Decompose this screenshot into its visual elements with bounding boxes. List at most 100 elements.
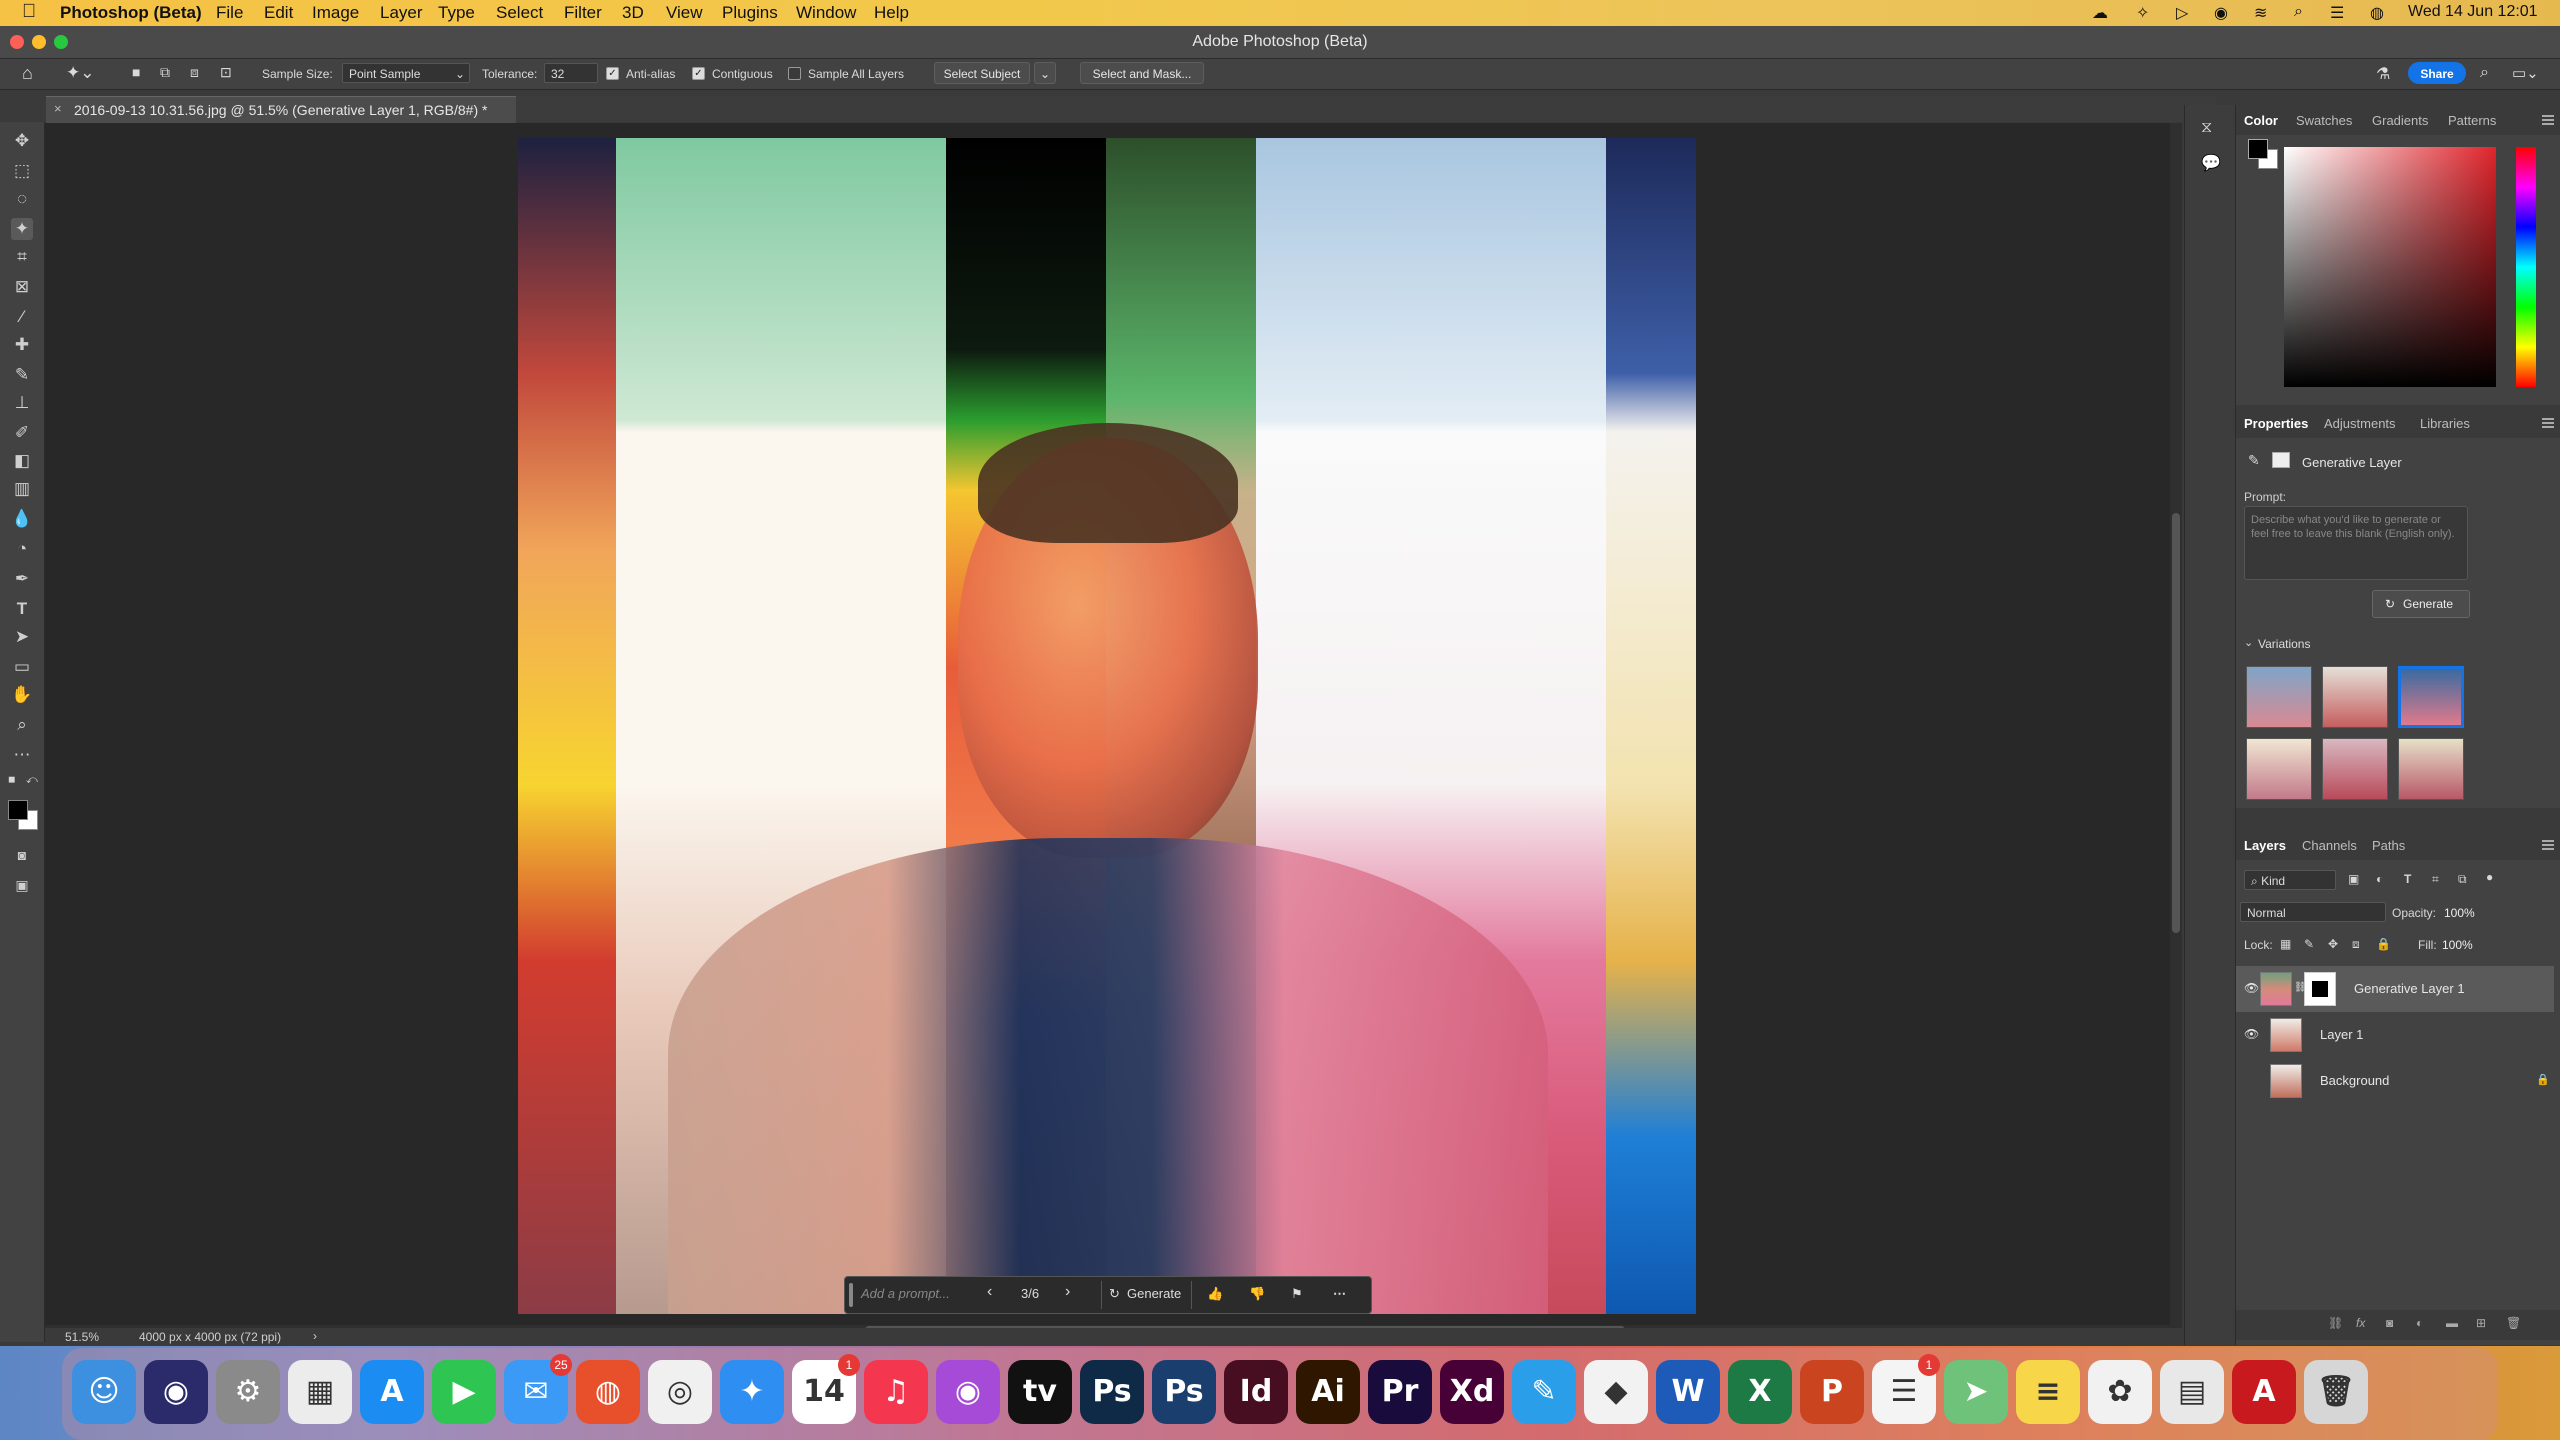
layer-style-icon[interactable]: fx <box>2356 1316 2365 1330</box>
select-and-mask-button[interactable]: Select and Mask... <box>1080 62 1204 84</box>
acrobat-icon[interactable]: A <box>2232 1360 2296 1424</box>
tab-properties[interactable]: Properties <box>2244 416 2308 431</box>
premiere-icon[interactable]: Pr <box>1368 1360 1432 1424</box>
adjustment-layer-icon[interactable]: ◐ <box>2416 1316 2423 1330</box>
generate-button[interactable]: Generate <box>1127 1286 1181 1301</box>
menu-3d[interactable]: 3D <box>622 3 644 23</box>
pencil-icon[interactable]: ✎ <box>1512 1360 1576 1424</box>
subtract-selection-icon[interactable]: ⧈ <box>190 64 199 81</box>
variation-thumbnail-3[interactable] <box>2398 666 2464 728</box>
trash-icon[interactable]: 🗑 <box>2304 1360 2368 1424</box>
xd-icon[interactable]: Xd <box>1440 1360 1504 1424</box>
crop-tool-icon[interactable]: ⌗ <box>11 246 33 268</box>
screen-mode-icon[interactable]: ▣ <box>11 874 33 896</box>
eraser-tool-icon[interactable]: ◧ <box>11 450 33 472</box>
tab-gradients[interactable]: Gradients <box>2372 113 2428 128</box>
photoshop-beta-icon[interactable]: Ps <box>1152 1360 1216 1424</box>
panel-menu-icon[interactable] <box>2542 115 2554 125</box>
sample-size-select[interactable]: Point Sample ⌄ <box>342 63 470 83</box>
lock-transparent-icon[interactable]: ▦ <box>2280 937 2291 951</box>
healing-brush-tool-icon[interactable]: ✚ <box>11 334 33 356</box>
document-image[interactable] <box>518 138 1696 1314</box>
report-flag-icon[interactable]: ⚑ <box>1291 1286 1303 1302</box>
hand-tool-icon[interactable]: ✋ <box>11 684 33 706</box>
tab-patterns[interactable]: Patterns <box>2448 113 2496 128</box>
history-brush-tool-icon[interactable]: ✐ <box>11 422 33 444</box>
menu-type[interactable]: Type <box>438 3 475 23</box>
notes-icon[interactable]: ≡ <box>2016 1360 2080 1424</box>
add-mask-icon[interactable]: ◙ <box>2386 1316 2393 1330</box>
excel-icon[interactable]: X <box>1728 1360 1792 1424</box>
brush-tool-icon[interactable]: ✎ <box>11 364 33 386</box>
layer-row-layer-1[interactable]: 👁 Layer 1 <box>2236 1012 2554 1058</box>
type-tool-icon[interactable]: T <box>11 598 33 620</box>
stamp-tool-icon[interactable]: ⊥ <box>11 392 33 414</box>
appletv-icon[interactable]: tv <box>1008 1360 1072 1424</box>
menu-plugins[interactable]: Plugins <box>722 3 778 23</box>
menu-layer[interactable]: Layer <box>380 3 423 23</box>
more-tools-icon[interactable]: ⋯ <box>11 744 33 766</box>
photoshop-icon[interactable]: Ps <box>1080 1360 1144 1424</box>
dodge-tool-icon[interactable]: ◔ <box>11 538 33 560</box>
menu-help[interactable]: Help <box>874 3 909 23</box>
menu-file[interactable]: File <box>216 3 243 23</box>
menu-image[interactable]: Image <box>312 3 359 23</box>
swap-colors-icon[interactable]: ⤺ <box>26 774 38 786</box>
music-icon[interactable]: ♫ <box>864 1360 928 1424</box>
history-panel-icon[interactable]: ⧖ <box>2201 119 2212 137</box>
wifi-icon[interactable]: ≋ <box>2254 3 2267 23</box>
menu-select[interactable]: Select <box>496 3 543 23</box>
sample-all-layers-checkbox[interactable] <box>788 67 801 80</box>
anti-alias-checkbox[interactable]: ✓ <box>606 67 619 80</box>
rectangle-tool-icon[interactable]: ▭ <box>11 656 33 678</box>
siri-status-icon[interactable]: ◍ <box>2370 3 2384 23</box>
hidden-visibility-toggle[interactable] <box>2244 1073 2256 1085</box>
home-icon[interactable]: ⌂ <box>22 63 33 84</box>
filter-toggle-icon[interactable]: ● <box>2486 870 2493 884</box>
preview-icon[interactable]: ▤ <box>2160 1360 2224 1424</box>
layer-filter-kind-select[interactable]: ⌕ Kind <box>2244 870 2336 890</box>
thumbs-down-icon[interactable]: 👎 <box>1249 1286 1265 1302</box>
illustrator-icon[interactable]: Ai <box>1296 1360 1360 1424</box>
search-icon[interactable]: ⌕ <box>2480 64 2489 82</box>
blend-mode-select[interactable]: Normal <box>2240 902 2386 922</box>
more-options-icon[interactable]: ⋯ <box>1333 1286 1346 1302</box>
variation-thumbnail-6[interactable] <box>2398 738 2464 800</box>
creative-cloud-icon[interactable]: ☁ <box>2092 3 2108 23</box>
pen-tool-icon[interactable]: ✒ <box>11 568 33 590</box>
settings-icon[interactable]: ⚙ <box>216 1360 280 1424</box>
tab-swatches[interactable]: Swatches <box>2296 113 2352 128</box>
tab-libraries[interactable]: Libraries <box>2420 416 2470 431</box>
zoom-tool-icon[interactable]: ⌕ <box>11 714 33 736</box>
layer-mask-thumbnail[interactable] <box>2304 972 2336 1006</box>
lock-position-icon[interactable]: ✥ <box>2328 937 2338 951</box>
control-center-icon[interactable]: ☰ <box>2330 3 2344 23</box>
next-variation-icon[interactable]: › <box>1065 1283 1070 1301</box>
firefox-icon[interactable]: ◍ <box>576 1360 640 1424</box>
vertical-scrollbar[interactable] <box>2170 123 2182 1343</box>
menu-window[interactable]: Window <box>796 3 856 23</box>
filter-smart-object-icon[interactable]: ⧉ <box>2458 872 2467 887</box>
eye-visibility-icon[interactable]: 👁 <box>2244 981 2259 995</box>
variation-thumbnail-5[interactable] <box>2322 738 2388 800</box>
foreground-color-swatch[interactable] <box>8 800 28 820</box>
user-icon[interactable]: ◉ <box>2214 3 2228 23</box>
layer-row-background[interactable]: Background 🔒 <box>2236 1058 2554 1104</box>
path-selection-tool-icon[interactable]: ➤ <box>11 626 33 648</box>
clock[interactable]: Wed 14 Jun 12:01 <box>2408 3 2538 21</box>
magic-wand-preset-icon[interactable]: ✦⌄ <box>66 63 95 83</box>
zoom-level[interactable]: 51.5% <box>65 1330 99 1344</box>
move-tool-icon[interactable]: ✥ <box>11 130 33 152</box>
intersect-selection-icon[interactable]: ⊡ <box>220 64 232 81</box>
menu-edit[interactable]: Edit <box>264 3 293 23</box>
close-tab-icon[interactable]: × <box>54 101 62 116</box>
marquee-tool-icon[interactable]: ⬚ <box>11 160 33 182</box>
tab-layers[interactable]: Layers <box>2244 838 2286 853</box>
filter-type-icon[interactable]: T <box>2404 872 2411 886</box>
photos-icon[interactable]: ✿ <box>2088 1360 2152 1424</box>
gradient-tool-icon[interactable]: ▥ <box>11 478 33 500</box>
color-picker-field[interactable] <box>2284 147 2496 387</box>
finder-icon[interactable]: ☺ <box>72 1360 136 1424</box>
previous-variation-icon[interactable]: ‹ <box>987 1283 992 1301</box>
filter-pixel-icon[interactable]: ▣ <box>2348 872 2359 886</box>
